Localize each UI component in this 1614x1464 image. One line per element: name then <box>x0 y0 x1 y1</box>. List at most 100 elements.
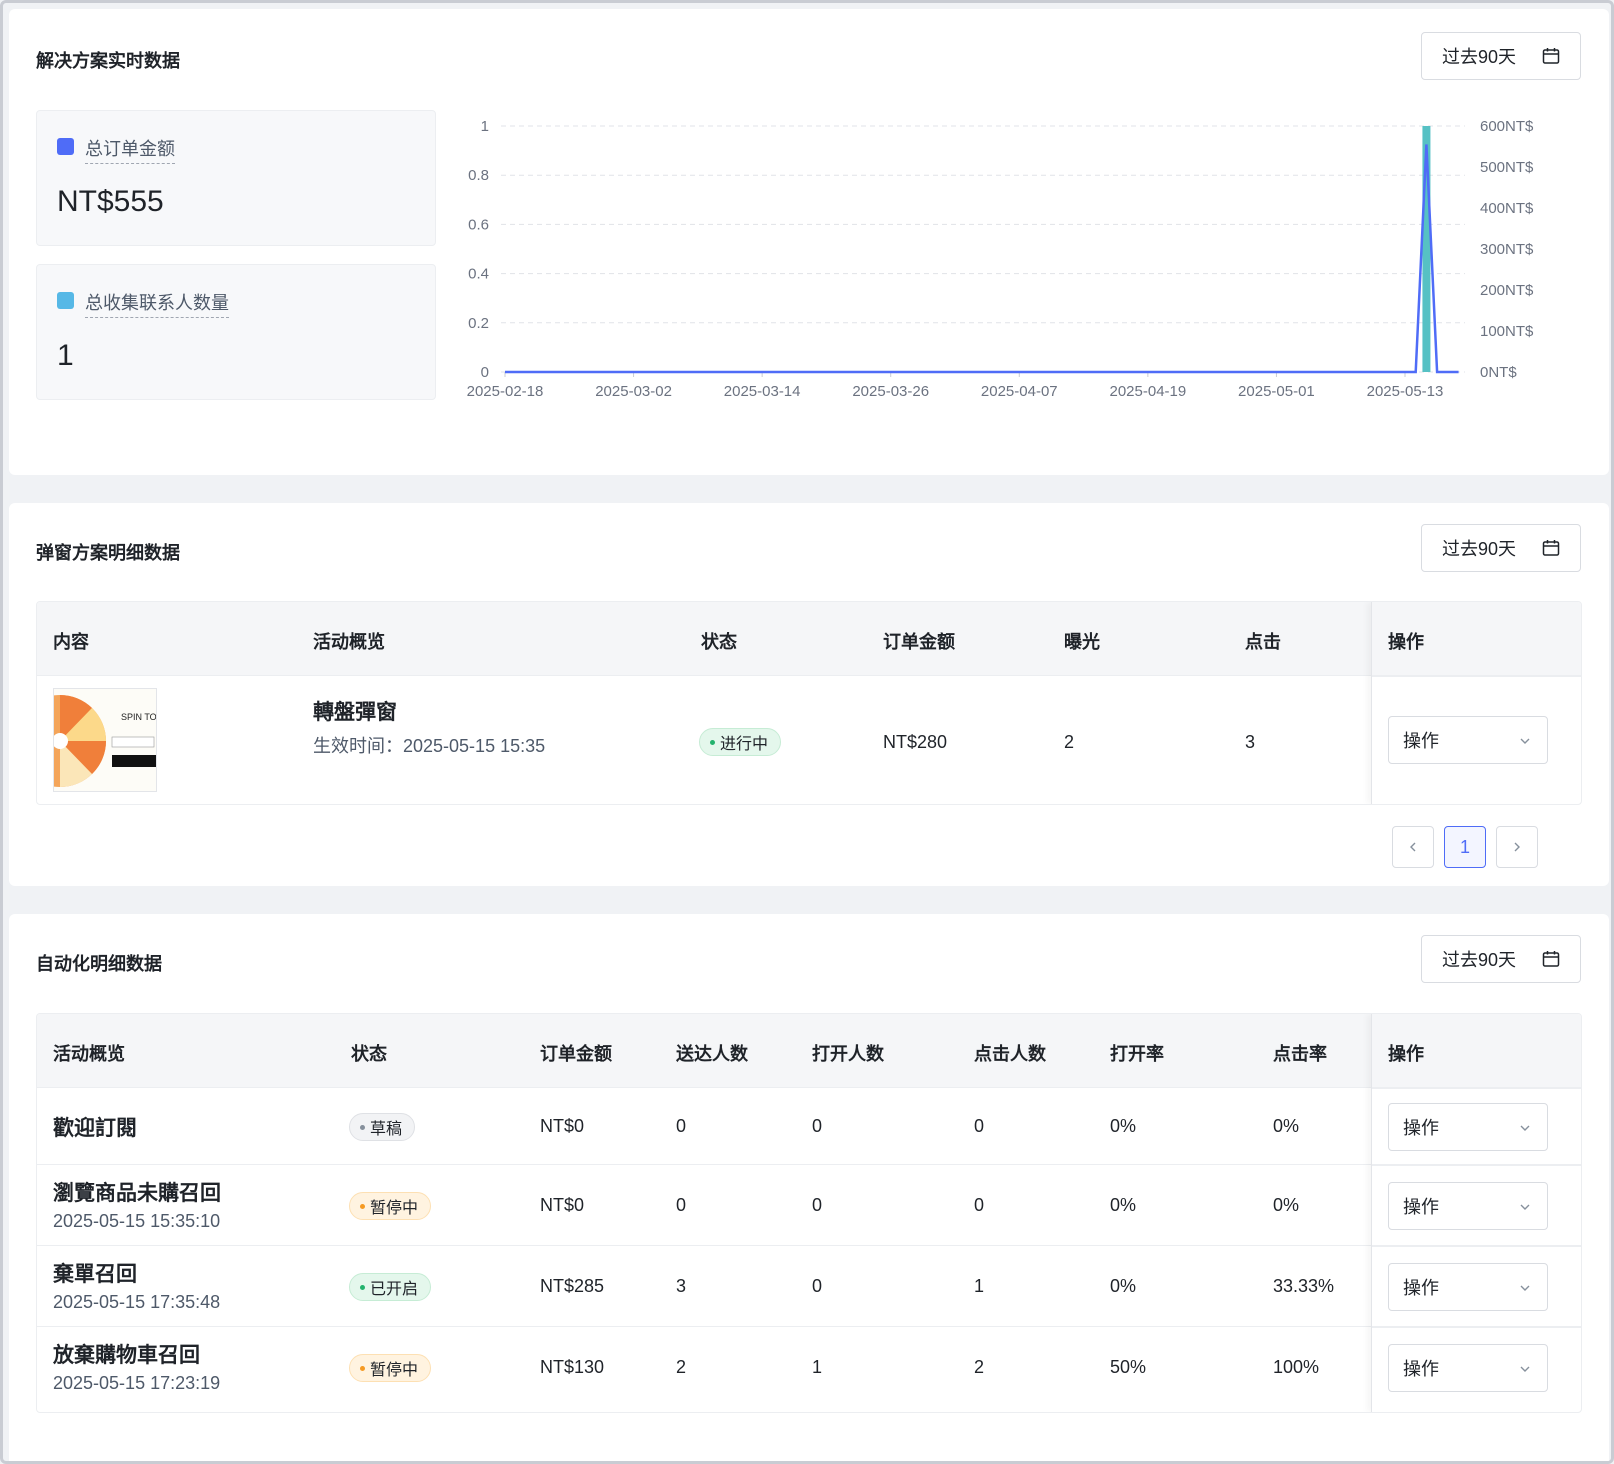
stat-label[interactable]: 总收集联系人数量 <box>85 289 229 318</box>
stat-total-order-amount: 总订单金额 NT$555 <box>36 110 436 246</box>
action-label: 操作 <box>1403 1278 1439 1298</box>
spin-wheel-icon: SPIN TO <box>54 695 157 787</box>
chevron-down-icon <box>1520 1125 1530 1131</box>
col-header-amount: 订单金额 <box>540 1044 612 1064</box>
realtime-date-range-picker[interactable]: 过去90天 <box>1421 32 1581 80</box>
delivered-count: 3 <box>676 1276 687 1296</box>
delivered-count: 0 <box>676 1116 687 1136</box>
popup-thumbnail[interactable]: SPIN TO <box>53 688 157 792</box>
clicked-count: 2 <box>974 1357 985 1377</box>
realtime-chart: 1 0.8 0.6 0.4 0.2 0 600NT$ 500NT$ 400NT$ 300NT$ 20… <box>467 118 1534 400</box>
x-tick-label: 2025-03-14 <box>724 383 801 400</box>
y-right-tick-label: 600NT$ <box>1480 118 1534 135</box>
table-row: SPIN TO 轉盤彈窗 生效时间：2025-05-15 15:35 进行中 N… <box>37 676 1581 804</box>
clicked-count: 1 <box>974 1276 985 1296</box>
action-label: 操作 <box>1403 1118 1439 1138</box>
x-tick-label: 2025-02-18 <box>467 383 544 400</box>
status-badge: 草稿 <box>349 1113 416 1141</box>
open-rate: 0% <box>1110 1276 1137 1296</box>
popup-date-range-picker[interactable]: 过去90天 <box>1421 524 1581 572</box>
status-text: 已开启 <box>370 1281 419 1298</box>
pagination-page-1[interactable]: 1 <box>1444 826 1486 868</box>
col-header-action: 操作 <box>1388 632 1424 652</box>
x-tick-label: 2025-03-26 <box>852 383 929 400</box>
open-rate: 0% <box>1110 1195 1137 1215</box>
action-dropdown[interactable]: 操作 <box>1388 1344 1548 1392</box>
automation-name: 放棄購物車召回 <box>53 1344 200 1367</box>
action-dropdown[interactable]: 操作 <box>1388 1103 1548 1151</box>
order-amount: NT$0 <box>540 1116 585 1136</box>
legend-swatch <box>57 138 74 155</box>
automation-card: 自动化明细数据 过去90天 活动概览 状态 订单金额 送达人数 打开人数 点击人… <box>9 914 1609 1461</box>
page-frame: 解决方案实时数据 过去90天 总订单金额 NT$555 总收集联系人数量 1 1… <box>0 0 1614 1464</box>
clicked-count: 0 <box>974 1116 985 1136</box>
automation-time: 2025-05-15 15:35:10 <box>53 1211 221 1231</box>
status-text: 进行中 <box>720 736 769 753</box>
col-header-exposure: 曝光 <box>1064 632 1100 652</box>
table-row: 歡迎訂閱 草稿 NT$0 0 0 0 0% 0% <box>37 1088 1581 1165</box>
table-header: 内容 活动概览 状态 订单金额 曝光 点击 <box>37 602 1581 676</box>
chevron-right-icon <box>1514 842 1520 852</box>
col-header-delivered: 送达人数 <box>676 1044 748 1064</box>
click-rate: 0% <box>1273 1116 1300 1136</box>
table-row: 瀏覽商品未購召回 2025-05-15 15:35:10 暂停中 NT$0 0 … <box>37 1165 1581 1246</box>
y-left-tick-label: 0.2 <box>468 315 489 332</box>
x-tick-label: 2025-05-01 <box>1238 383 1315 400</box>
col-header-status: 状态 <box>701 632 737 652</box>
status-text: 草稿 <box>370 1121 403 1138</box>
opened-count: 0 <box>812 1116 823 1136</box>
y-right-tick-label: 200NT$ <box>1480 282 1534 299</box>
chevron-left-icon <box>1410 842 1416 852</box>
action-dropdown[interactable]: 操作 <box>1388 1182 1548 1230</box>
calendar-icon <box>1542 951 1560 967</box>
table-row: 放棄購物車召回 2025-05-15 17:23:19 暂停中 NT$130 2… <box>37 1327 1581 1409</box>
order-amount: NT$280 <box>883 732 948 752</box>
y-right-tick-label: 0NT$ <box>1480 364 1517 381</box>
action-dropdown[interactable]: 操作 <box>1388 716 1548 764</box>
y-left-tick-label: 0.4 <box>468 266 489 283</box>
open-rate: 50% <box>1110 1357 1147 1377</box>
y-right-tick-label: 500NT$ <box>1480 159 1534 176</box>
status-text: 暂停中 <box>370 1362 419 1379</box>
automation-date-range-picker[interactable]: 过去90天 <box>1421 935 1581 983</box>
open-rate: 0% <box>1110 1116 1137 1136</box>
y-right-tick-label: 400NT$ <box>1480 200 1534 217</box>
status-badge: 暂停中 <box>349 1192 432 1220</box>
automation-title: 自动化明细数据 <box>36 954 162 974</box>
status-badge: 暂停中 <box>349 1354 432 1382</box>
x-tick-label: 2025-04-07 <box>981 383 1058 400</box>
y-left-tick-label: 1 <box>481 118 489 135</box>
click-rate: 33.33% <box>1273 1276 1335 1296</box>
order-amount: NT$285 <box>540 1276 605 1296</box>
action-label: 操作 <box>1403 1359 1439 1379</box>
order-amount: NT$130 <box>540 1357 605 1377</box>
col-header-status: 状态 <box>351 1044 387 1064</box>
popup-title: 弹窗方案明细数据 <box>36 543 180 563</box>
thumbnail-text: SPIN TO <box>121 712 157 722</box>
date-range-label: 过去90天 <box>1442 47 1517 67</box>
col-header-amount: 订单金额 <box>883 632 955 652</box>
pagination-next-button[interactable] <box>1496 826 1538 868</box>
delivered-count: 0 <box>676 1195 687 1215</box>
legend-swatch <box>57 292 74 309</box>
y-right-tick-label: 100NT$ <box>1480 323 1534 340</box>
pagination-prev-button[interactable] <box>1392 826 1434 868</box>
action-dropdown[interactable]: 操作 <box>1388 1263 1548 1311</box>
date-range-label: 过去90天 <box>1442 539 1517 559</box>
popup-name: 轉盤彈窗 <box>313 701 397 724</box>
stat-value: NT$555 <box>57 185 164 218</box>
realtime-title: 解决方案实时数据 <box>36 51 180 71</box>
realtime-card: 解决方案实时数据 过去90天 总订单金额 NT$555 总收集联系人数量 1 1… <box>9 9 1609 475</box>
y-left-tick-label: 0 <box>481 364 489 381</box>
status-badge: 进行中 <box>699 728 782 756</box>
clicked-count: 0 <box>974 1195 985 1215</box>
status-text: 暂停中 <box>370 1200 419 1217</box>
stat-value: 1 <box>57 339 74 372</box>
y-left-tick-label: 0.6 <box>468 216 489 233</box>
calendar-icon <box>1542 540 1560 556</box>
calendar-icon <box>1542 48 1560 64</box>
stat-label[interactable]: 总订单金额 <box>85 135 175 164</box>
stat-total-contacts: 总收集联系人数量 1 <box>36 264 436 400</box>
col-header-opened: 打开人数 <box>812 1044 884 1064</box>
col-header-action: 操作 <box>1388 1044 1424 1064</box>
